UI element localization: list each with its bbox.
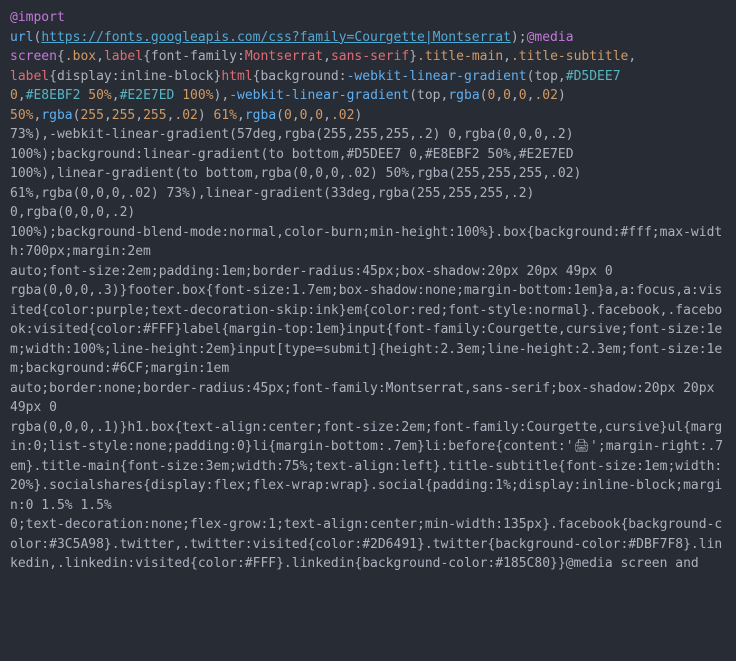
- color-e2e7ed: #E2E7ED: [120, 88, 175, 103]
- paren-close: ): [511, 30, 519, 45]
- color-d5dee7: #D5DEE7: [566, 69, 621, 84]
- url-function: url: [10, 30, 33, 45]
- screen-keyword: screen: [10, 49, 57, 64]
- at-media-keyword: @media: [527, 30, 574, 45]
- prop-font-family: font-family: [151, 49, 237, 64]
- selector-label2: label: [10, 69, 49, 84]
- color-e8ebf2: #E8EBF2: [26, 88, 81, 103]
- url-string: https://fonts.googleapis.com/css?family=…: [41, 30, 511, 45]
- selector-label: label: [104, 49, 143, 64]
- value-montserrat: Montserrat: [245, 49, 323, 64]
- code-editor[interactable]: @import url(https://fonts.googleapis.com…: [0, 0, 736, 582]
- selector-box: .box: [65, 49, 96, 64]
- selector-title-main: .title-main: [417, 49, 503, 64]
- selector-html: html: [221, 69, 252, 84]
- semicolon: ;: [519, 30, 527, 45]
- brace-open: {: [57, 49, 65, 64]
- selector-title-subtitle: .title-subtitle: [511, 49, 628, 64]
- value-sans-serif: sans-serif: [331, 49, 409, 64]
- at-import-keyword: @import: [10, 10, 65, 25]
- printer-emoji: '🖨': [566, 439, 598, 454]
